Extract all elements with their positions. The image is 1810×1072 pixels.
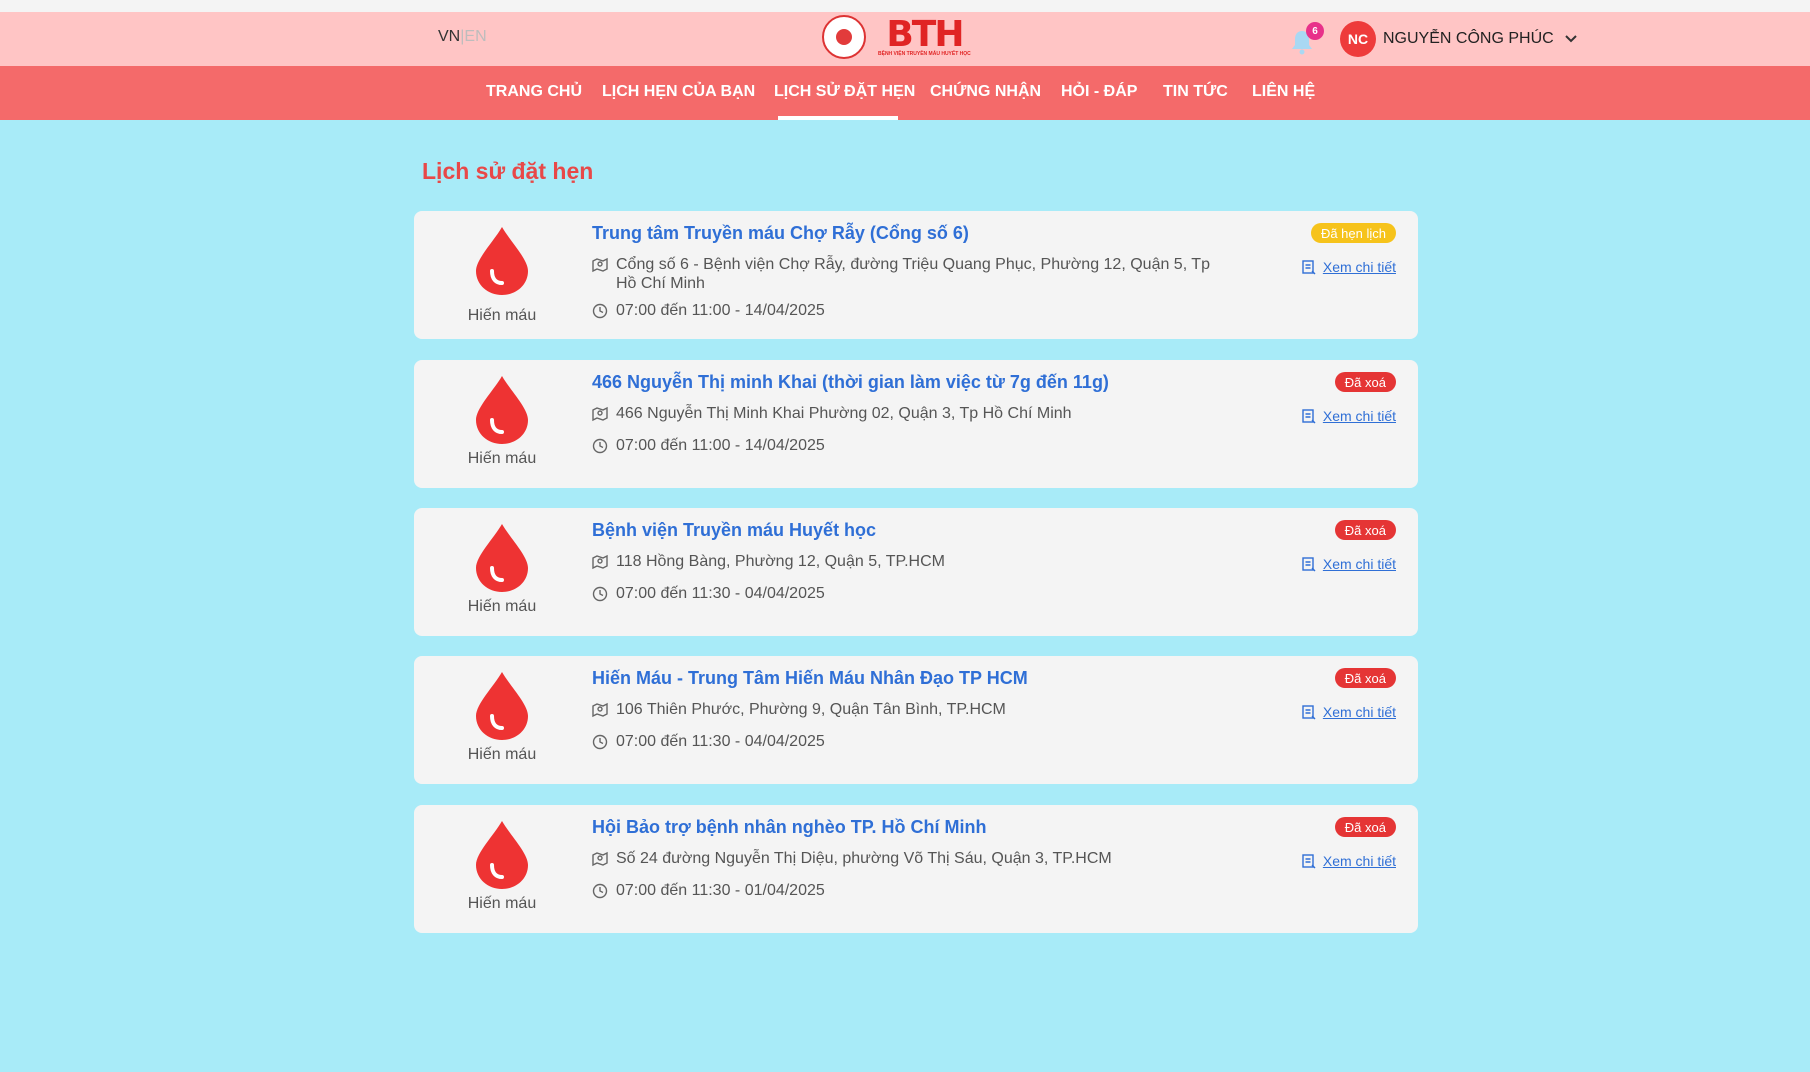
view-detail-link[interactable]: Xem chi tiết <box>1301 259 1396 275</box>
donation-type-label: Hiến máu <box>467 598 537 615</box>
address-text: 106 Thiên Phước, Phường 9, Quận Tân Bình… <box>616 701 1006 718</box>
status-badge: Đã xoá <box>1334 668 1396 688</box>
status-badge: Đã hẹn lịch <box>1310 223 1396 243</box>
location-title[interactable]: Hội Bảo trợ bệnh nhân nghèo TP. Hồ Chí M… <box>592 817 986 838</box>
time-text: 07:00 đến 11:30 - 04/04/2025 <box>616 585 825 602</box>
blood-drop-icon <box>476 376 528 444</box>
brand: BTH BỆNH VIỆN TRUYỀN MÁU HUYẾT HỌC <box>878 17 971 57</box>
user-name: NGUYỄN CÔNG PHÚC <box>1383 30 1554 47</box>
clock-icon <box>592 586 608 602</box>
status-badge: Đã xoá <box>1334 520 1396 540</box>
chevron-down-icon <box>1564 35 1577 43</box>
avatar: NC <box>1340 21 1376 57</box>
nav-booking-history[interactable]: LỊCH SỬ ĐẶT HẸN <box>774 83 915 101</box>
blood-drop-icon <box>476 821 528 889</box>
location-title[interactable]: Bệnh viện Truyền máu Huyết học <box>592 520 876 541</box>
blood-drop-icon <box>476 672 528 740</box>
nav-faq[interactable]: HỎI - ĐÁP <box>1061 83 1137 101</box>
document-icon <box>1302 557 1316 572</box>
time-row: 07:00 đến 11:30 - 01/04/2025 <box>592 881 1216 900</box>
user-menu[interactable]: NC NGUYỄN CÔNG PHÚC <box>1340 21 1578 57</box>
donation-type-label: Hiến máu <box>467 307 537 324</box>
document-icon <box>1302 705 1316 720</box>
notification-count-badge: 6 <box>1306 22 1324 40</box>
address-text: Cổng số 6 - Bệnh viện Chợ Rẫy, đường Tri… <box>616 256 1210 292</box>
address-text: 466 Nguyễn Thị Minh Khai Phường 02, Quận… <box>616 405 1072 422</box>
view-detail-label: Xem chi tiết <box>1322 853 1396 869</box>
clock-icon <box>592 438 608 454</box>
language-switcher: VN|EN <box>438 28 487 46</box>
site-logo[interactable]: BTH BỆNH VIỆN TRUYỀN MÁU HUYẾT HỌC <box>822 15 971 59</box>
location-title[interactable]: 466 Nguyễn Thị minh Khai (thời gian làm … <box>592 372 1109 393</box>
map-icon <box>592 702 608 718</box>
document-icon <box>1302 854 1316 869</box>
donation-type-label: Hiến máu <box>467 895 537 912</box>
donation-type-label: Hiến máu <box>467 746 537 763</box>
document-icon <box>1302 260 1316 275</box>
time-text: 07:00 đến 11:00 - 14/04/2025 <box>616 437 825 454</box>
map-icon <box>592 851 608 867</box>
time-row: 07:00 đến 11:00 - 14/04/2025 <box>592 436 1216 455</box>
status-badge: Đã xoá <box>1334 817 1396 837</box>
blood-drop-icon <box>476 524 528 592</box>
nav-my-appointments[interactable]: LỊCH HẸN CỦA BẠN <box>602 83 755 101</box>
appointment-card: Hiến máu Trung tâm Truyền máu Chợ Rẫy (C… <box>414 211 1418 339</box>
lang-en[interactable]: EN <box>464 28 486 45</box>
hospital-seal-icon <box>822 15 866 59</box>
address-text: Số 24 đường Nguyễn Thị Diệu, phường Võ T… <box>616 850 1112 867</box>
status-badge: Đã xoá <box>1334 372 1396 392</box>
top-strip <box>0 0 1810 12</box>
lang-vn[interactable]: VN <box>438 28 460 45</box>
nav-news[interactable]: TIN TỨC <box>1163 83 1228 101</box>
time-text: 07:00 đến 11:30 - 04/04/2025 <box>616 733 825 750</box>
address-text: 118 Hồng Bàng, Phường 12, Quận 5, TP.HCM <box>616 553 945 570</box>
nav-certificates[interactable]: CHỨNG NHẬN <box>930 83 1041 101</box>
top-bar: VN|EN BTH BỆNH VIỆN TRUYỀN MÁU HUYẾT HỌC… <box>0 12 1810 66</box>
address-row: Cổng số 6 - Bệnh viện Chợ Rẫy, đường Tri… <box>592 255 1216 293</box>
view-detail-label: Xem chi tiết <box>1322 556 1396 572</box>
appointment-card: Hiến máu 466 Nguyễn Thị minh Khai (thời … <box>414 360 1418 488</box>
map-icon <box>592 554 608 570</box>
blood-drop-icon <box>476 227 528 295</box>
brand-name: BTH <box>886 14 964 55</box>
appointment-card: Hiến máu Hiến Máu - Trung Tâm Hiến Máu N… <box>414 656 1418 784</box>
time-text: 07:00 đến 11:00 - 14/04/2025 <box>616 302 825 319</box>
appointment-card: Hiến máu Hội Bảo trợ bệnh nhân nghèo TP.… <box>414 805 1418 933</box>
view-detail-link[interactable]: Xem chi tiết <box>1301 853 1396 869</box>
clock-icon <box>592 303 608 319</box>
location-title[interactable]: Trung tâm Truyền máu Chợ Rẫy (Cổng số 6) <box>592 223 969 244</box>
time-row: 07:00 đến 11:00 - 14/04/2025 <box>592 301 1216 320</box>
view-detail-label: Xem chi tiết <box>1322 408 1396 424</box>
view-detail-link[interactable]: Xem chi tiết <box>1301 556 1396 572</box>
appointment-card: Hiến máu Bệnh viện Truyền máu Huyết học … <box>414 508 1418 636</box>
document-icon <box>1302 409 1316 424</box>
clock-icon <box>592 734 608 750</box>
time-row: 07:00 đến 11:30 - 04/04/2025 <box>592 584 1216 603</box>
map-icon <box>592 406 608 422</box>
brand-subtitle: BỆNH VIỆN TRUYỀN MÁU HUYẾT HỌC <box>878 51 971 57</box>
time-text: 07:00 đến 11:30 - 01/04/2025 <box>616 882 825 899</box>
address-row: 106 Thiên Phước, Phường 9, Quận Tân Bình… <box>592 700 1216 719</box>
main-nav: TRANG CHỦ LỊCH HẸN CỦA BẠN LỊCH SỬ ĐẶT H… <box>0 66 1810 120</box>
address-row: Số 24 đường Nguyễn Thị Diệu, phường Võ T… <box>592 849 1216 868</box>
time-row: 07:00 đến 11:30 - 04/04/2025 <box>592 732 1216 751</box>
address-row: 466 Nguyễn Thị Minh Khai Phường 02, Quận… <box>592 404 1216 423</box>
nav-contact[interactable]: LIÊN HỆ <box>1252 83 1315 101</box>
location-title[interactable]: Hiến Máu - Trung Tâm Hiến Máu Nhân Đạo T… <box>592 668 1028 689</box>
nav-active-indicator <box>778 116 898 120</box>
address-row: 118 Hồng Bàng, Phường 12, Quận 5, TP.HCM <box>592 552 1216 571</box>
view-detail-label: Xem chi tiết <box>1322 259 1396 275</box>
donation-type-label: Hiến máu <box>467 450 537 467</box>
view-detail-link[interactable]: Xem chi tiết <box>1301 704 1396 720</box>
nav-home[interactable]: TRANG CHỦ <box>486 83 582 101</box>
clock-icon <box>592 883 608 899</box>
map-icon <box>592 257 608 273</box>
view-detail-link[interactable]: Xem chi tiết <box>1301 408 1396 424</box>
view-detail-label: Xem chi tiết <box>1322 704 1396 720</box>
page-title: Lịch sử đặt hẹn <box>422 158 594 184</box>
